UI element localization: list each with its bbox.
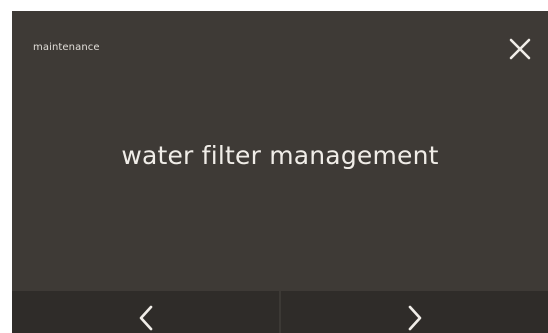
bottom-navigation-bar — [12, 291, 548, 333]
water-filter-management-title: water filter management — [121, 141, 439, 170]
screen-title: maintenance — [33, 42, 100, 53]
device-screen: maintenance water filter management — [0, 0, 548, 333]
next-button[interactable] — [281, 291, 548, 333]
chevron-left-icon — [139, 305, 152, 331]
chevron-right-icon — [408, 305, 421, 331]
previous-button[interactable] — [12, 291, 279, 333]
close-icon — [509, 38, 531, 60]
close-button[interactable] — [504, 33, 536, 65]
maintenance-panel: maintenance water filter management — [12, 11, 548, 333]
